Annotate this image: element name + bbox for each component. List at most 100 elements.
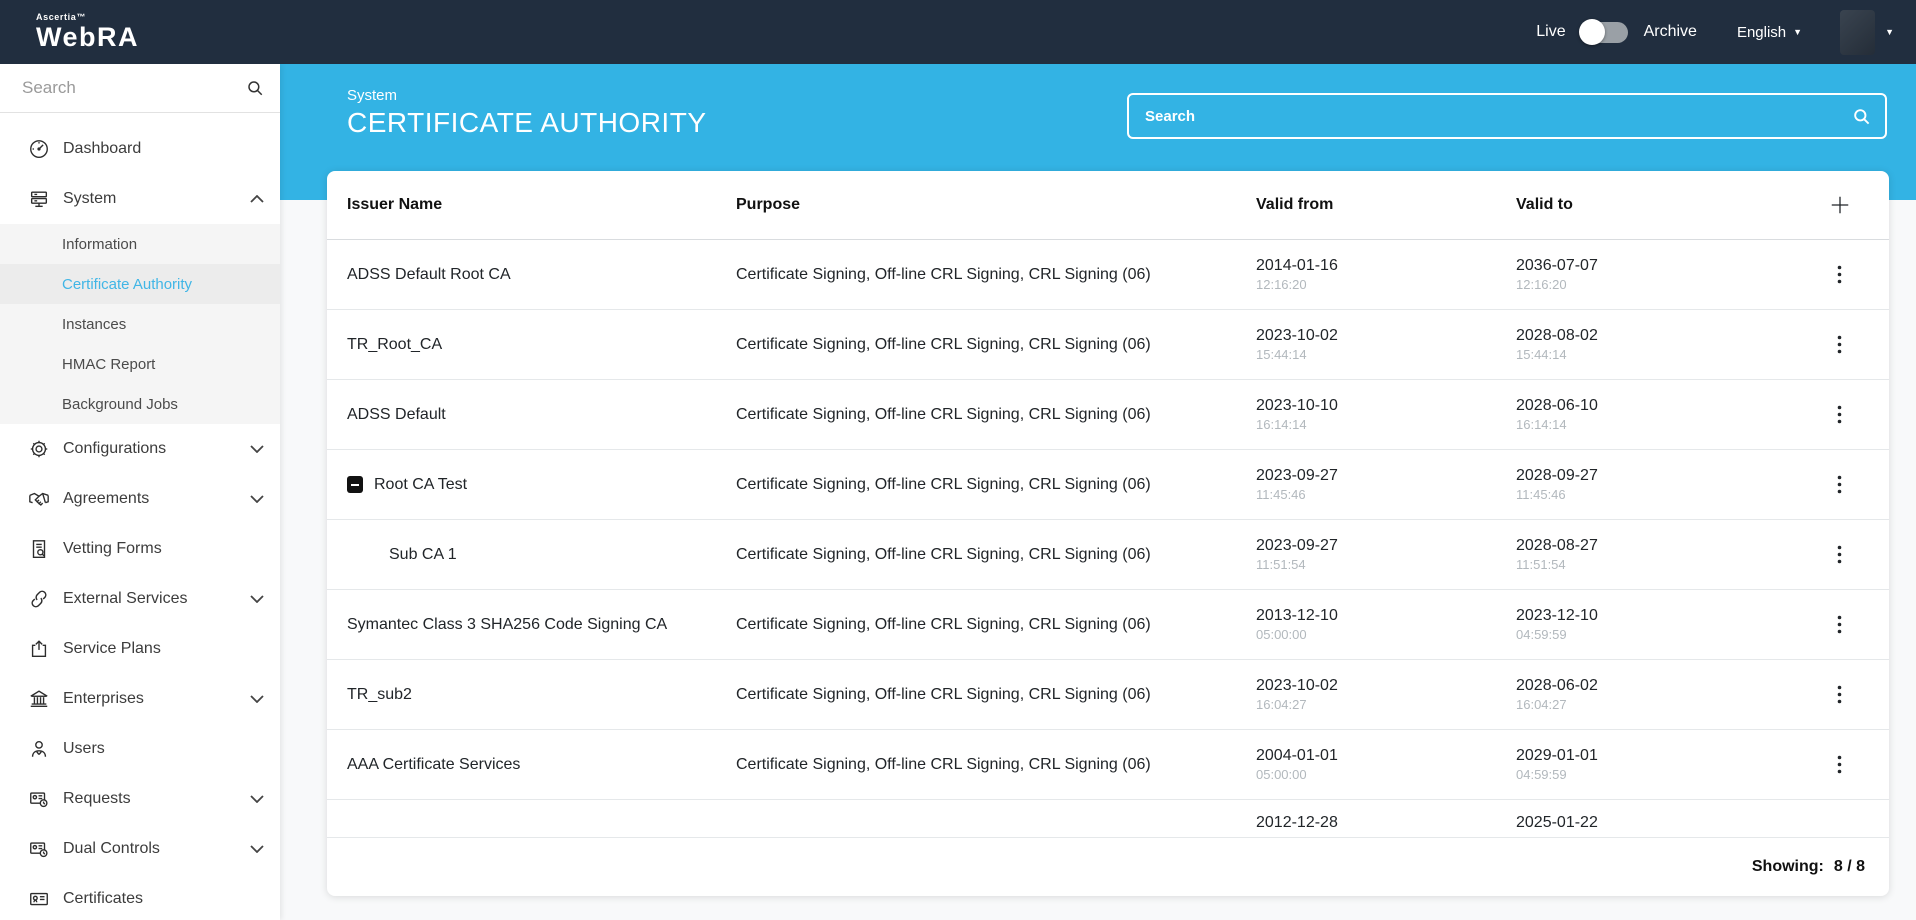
valid-from-time: 12:16:20	[1256, 276, 1516, 294]
document-search-icon	[28, 538, 50, 560]
valid-from-time: 05:00:00	[1256, 766, 1516, 784]
top-bar: Ascertia™ WebRA Live Archive English ▼ ▼	[0, 0, 1916, 64]
sidebar-item-dual-controls[interactable]: Dual Controls	[0, 824, 280, 874]
sidebar-item-hmac-report[interactable]: HMAC Report	[0, 344, 280, 384]
valid-to-time: 16:14:14	[1516, 416, 1790, 434]
live-archive-toggle[interactable]	[1582, 22, 1628, 43]
chevron-up-icon	[250, 195, 264, 203]
sidebar-item-vetting-forms[interactable]: Vetting Forms	[0, 524, 280, 574]
language-dropdown[interactable]: English ▼	[1737, 24, 1802, 41]
certificate-card-icon	[28, 888, 50, 910]
brand-name: WebRA	[36, 22, 139, 52]
sidebar-item-enterprises[interactable]: Enterprises	[0, 674, 280, 724]
sidebar-item-label: Vetting Forms	[63, 540, 162, 558]
sidebar-search-input[interactable]	[22, 78, 246, 98]
table-search-input[interactable]	[1145, 108, 1852, 125]
valid-to-date: 2028-06-10	[1516, 395, 1790, 416]
chevron-down-icon	[250, 495, 264, 503]
valid-from-date: 2013-12-10	[1256, 605, 1516, 626]
sidebar-item-dashboard[interactable]: Dashboard	[0, 124, 280, 174]
sidebar-item-requests[interactable]: Requests	[0, 774, 280, 824]
search-icon[interactable]	[246, 79, 264, 97]
column-header-issuer-name: Issuer Name	[347, 196, 736, 214]
sidebar-item-label: System	[63, 190, 116, 208]
row-menu-button[interactable]	[1829, 681, 1850, 708]
sidebar-item-label: Requests	[63, 790, 131, 808]
valid-from-time: 15:44:14	[1256, 346, 1516, 364]
valid-from-date: 2004-01-01	[1256, 745, 1516, 766]
valid-to-time: 11:45:46	[1516, 486, 1790, 504]
valid-to-date: 2028-08-27	[1516, 535, 1790, 556]
row-menu-button[interactable]	[1829, 331, 1850, 358]
issuer-name: Symantec Class 3 SHA256 Code Signing CA	[347, 616, 736, 634]
sidebar-item-label: Certificates	[63, 890, 143, 908]
chevron-down-icon	[250, 595, 264, 603]
sidebar-subitem-label: Instances	[62, 316, 126, 333]
table-row: AAA Certificate Services Certificate Sig…	[327, 730, 1889, 800]
language-label: English	[1737, 24, 1786, 41]
breadcrumb: System	[347, 87, 707, 104]
search-icon[interactable]	[1852, 107, 1871, 126]
brand-superscript: Ascertia™	[36, 13, 139, 22]
valid-to-time: 04:59:59	[1516, 626, 1790, 644]
sidebar-item-label: Dashboard	[63, 140, 141, 158]
table-row: Symantec Class 3 SHA256 Code Signing CA …	[327, 590, 1889, 660]
row-menu-button[interactable]	[1829, 611, 1850, 638]
row-menu-button[interactable]	[1829, 541, 1850, 568]
chevron-down-icon	[250, 795, 264, 803]
dual-controls-card-icon	[28, 838, 50, 860]
issuer-name: Root CA Test	[374, 476, 467, 494]
valid-from-time: 05:00:00	[1256, 626, 1516, 644]
valid-from-time: 11:45:46	[1256, 486, 1516, 504]
system-submenu: Information Certificate Authority Instan…	[0, 224, 280, 424]
valid-to-time: 15:44:14	[1516, 346, 1790, 364]
valid-from-time: 16:04:27	[1256, 696, 1516, 714]
valid-from-date: 2023-09-27	[1256, 535, 1516, 556]
valid-from-time: 16:14:14	[1256, 416, 1516, 434]
sidebar-item-information[interactable]: Information	[0, 224, 280, 264]
user-icon	[28, 738, 50, 760]
sidebar-item-users[interactable]: Users	[0, 724, 280, 774]
purpose: Certificate Signing, Off-line CRL Signin…	[736, 546, 1256, 564]
handshake-icon	[28, 488, 50, 510]
archive-label: Archive	[1644, 23, 1697, 41]
sidebar-item-label: Agreements	[63, 490, 149, 508]
issuer-name: ADSS Default Root CA	[347, 266, 736, 284]
table-row-partial: 2012-12-28 2025-01-22	[327, 800, 1889, 838]
sidebar-item-certificates[interactable]: Certificates	[0, 874, 280, 920]
purpose: Certificate Signing, Off-line CRL Signin…	[736, 756, 1256, 774]
row-menu-button[interactable]	[1829, 751, 1850, 778]
chevron-down-icon	[250, 445, 264, 453]
add-ca-button[interactable]	[1825, 190, 1855, 220]
sidebar-subitem-label: Background Jobs	[62, 396, 178, 413]
valid-from-date: 2023-09-27	[1256, 465, 1516, 486]
valid-from-date: 2023-10-02	[1256, 325, 1516, 346]
valid-to-time: 11:51:54	[1516, 556, 1790, 574]
sidebar-item-label: Users	[63, 740, 105, 758]
sidebar-item-background-jobs[interactable]: Background Jobs	[0, 384, 280, 424]
collapse-toggle-icon[interactable]	[347, 476, 363, 493]
sidebar-subitem-label: Information	[62, 236, 137, 253]
sidebar-item-agreements[interactable]: Agreements	[0, 474, 280, 524]
purpose: Certificate Signing, Off-line CRL Signin…	[736, 476, 1256, 494]
row-menu-button[interactable]	[1829, 471, 1850, 498]
app-logo[interactable]: Ascertia™ WebRA	[36, 13, 139, 51]
sidebar-item-configurations[interactable]: Configurations	[0, 424, 280, 474]
live-label: Live	[1536, 23, 1565, 41]
sidebar-item-external-services[interactable]: External Services	[0, 574, 280, 624]
link-icon	[28, 588, 50, 610]
bank-icon	[28, 688, 50, 710]
user-menu[interactable]: ▼	[1840, 10, 1894, 55]
column-header-valid-from: Valid from	[1256, 196, 1516, 214]
sidebar-item-system[interactable]: System	[0, 174, 280, 224]
row-menu-button[interactable]	[1829, 261, 1850, 288]
sidebar-item-instances[interactable]: Instances	[0, 304, 280, 344]
row-menu-button[interactable]	[1829, 401, 1850, 428]
sidebar-item-label: Dual Controls	[63, 840, 160, 858]
valid-from-date: 2012-12-28	[1256, 812, 1516, 833]
sidebar-item-certificate-authority[interactable]: Certificate Authority	[0, 264, 280, 304]
caret-down-icon: ▼	[1885, 28, 1894, 37]
sidebar-item-service-plans[interactable]: Service Plans	[0, 624, 280, 674]
table-row: Sub CA 1 Certificate Signing, Off-line C…	[327, 520, 1889, 590]
system-icon	[28, 188, 50, 210]
